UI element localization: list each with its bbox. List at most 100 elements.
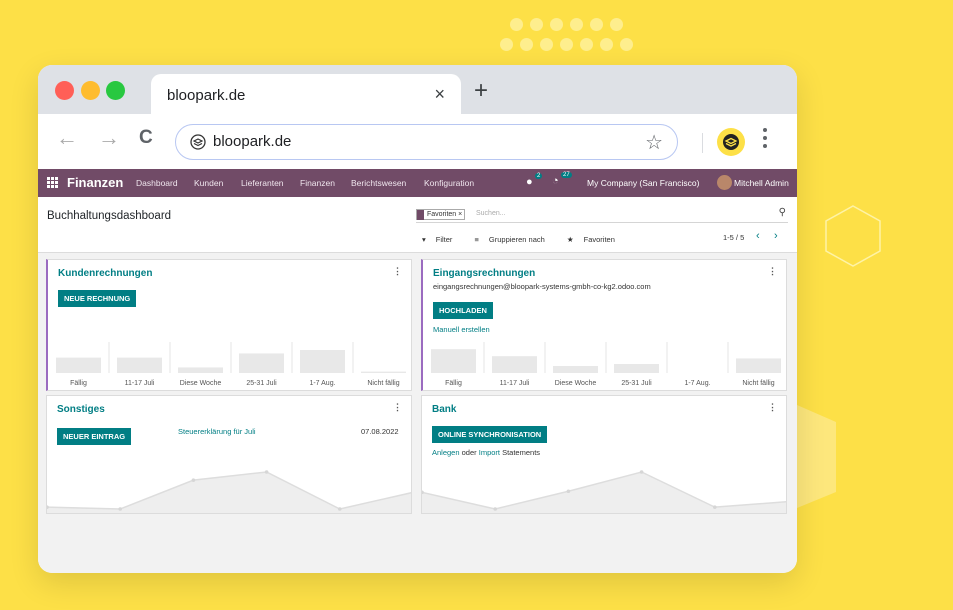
chart-tick-label: 11-17 Juli xyxy=(500,380,530,387)
card-title[interactable]: Kundenrechnungen xyxy=(58,268,152,279)
address-bar[interactable]: bloopark.de ☆ xyxy=(175,124,678,160)
close-tab-icon[interactable]: × xyxy=(434,84,445,105)
pager-value[interactable]: 1-5 / 5 xyxy=(723,233,744,242)
chart-tick-label: Nicht fällig xyxy=(742,380,774,387)
card-options-icon[interactable]: ⋮ xyxy=(768,266,777,277)
statements-text: Statements xyxy=(502,448,541,457)
menu-lieferanten[interactable]: Lieferanten xyxy=(241,178,284,188)
app-name[interactable]: Finanzen xyxy=(67,175,123,190)
chart-bar[interactable] xyxy=(56,357,101,373)
group-by-icon: ≡ xyxy=(474,235,479,244)
chart-tick-label: Diese Woche xyxy=(555,380,597,387)
activity-icon[interactable]: ◔ 27 xyxy=(552,172,572,187)
tax-return-link[interactable]: Steuererklärung für Juli xyxy=(178,427,256,436)
decorative-hexagon xyxy=(825,205,881,267)
or-text: oder xyxy=(461,448,477,457)
chart-point xyxy=(639,470,644,474)
page-title: Buchhaltungsdashboard xyxy=(47,210,172,222)
bookmark-star-icon[interactable]: ☆ xyxy=(645,130,663,155)
bank-actions: Anlegen oder Import Statements xyxy=(432,448,540,457)
maximize-window-button[interactable] xyxy=(106,81,125,100)
favorites-button[interactable]: ★ Favoriten xyxy=(567,235,625,244)
activity-count-badge: 27 xyxy=(561,172,572,178)
extension-icon[interactable] xyxy=(717,128,745,156)
create-link[interactable]: Anlegen xyxy=(432,448,460,457)
vendor-bills-chart[interactable]: Fällig 11-17 Juli Diese Woche 25-31 Juli 1-7… xyxy=(423,340,787,391)
search-facet[interactable]: Favoriten × xyxy=(416,209,466,220)
site-info-icon[interactable] xyxy=(190,134,206,150)
card-options-icon[interactable]: ⋮ xyxy=(393,402,402,413)
chart-point xyxy=(118,507,122,511)
chart-tick-label: Diese Woche xyxy=(180,380,222,387)
chart-point xyxy=(191,478,196,482)
filter-facet-icon xyxy=(417,209,424,220)
chart-point xyxy=(493,507,497,511)
toolbar-divider xyxy=(702,133,703,153)
browser-menu-icon[interactable] xyxy=(763,128,767,152)
new-invoice-button[interactable]: NEUE RECHNUNG xyxy=(58,290,137,307)
card-options-icon[interactable]: ⋮ xyxy=(768,402,777,413)
back-icon[interactable]: ← xyxy=(56,127,78,149)
chart-bar[interactable] xyxy=(614,364,659,373)
chart-point xyxy=(264,470,269,474)
chart-bar[interactable] xyxy=(736,358,781,373)
search-icon[interactable]: ⚲ xyxy=(779,207,786,218)
customer-invoices-chart[interactable]: Fällig 11-17 Juli Diese Woche 25-31 Juli 1-7… xyxy=(48,340,412,391)
card-title[interactable]: Sonstiges xyxy=(57,404,105,415)
menu-dashboard[interactable]: Dashboard xyxy=(136,178,178,188)
menu-finanzen[interactable]: Finanzen xyxy=(300,178,335,188)
chat-icon[interactable]: ● 2 xyxy=(526,173,543,188)
card-title[interactable]: Bank xyxy=(432,404,456,415)
remove-facet-icon[interactable]: × xyxy=(458,210,462,220)
create-manually-link[interactable]: Manuell erstellen xyxy=(433,325,490,334)
chart-bar[interactable] xyxy=(553,366,598,373)
bank-line-chart xyxy=(422,470,787,513)
browser-tab[interactable]: bloopark.de × xyxy=(151,74,461,114)
pager-next-icon[interactable]: › xyxy=(774,230,778,242)
filter-button[interactable]: ▾ Filter xyxy=(422,235,462,244)
user-avatar[interactable] xyxy=(717,175,732,190)
customer-invoices-card: Kundenrechnungen ⋮ NEUE RECHNUNG Fällig 1… xyxy=(46,259,412,391)
card-options-icon[interactable]: ⋮ xyxy=(393,266,402,277)
pager-previous-icon[interactable]: ‹ xyxy=(756,230,760,242)
facet-label: Favoriten xyxy=(427,210,457,218)
chart-bar[interactable] xyxy=(239,353,284,373)
chart-area xyxy=(47,472,411,513)
apps-menu-icon[interactable] xyxy=(47,177,58,188)
chart-bar[interactable] xyxy=(178,367,223,373)
close-window-button[interactable] xyxy=(55,81,74,100)
misc-card: Sonstiges ⋮ NEUER EINTRAG Steuererklärun… xyxy=(46,395,412,514)
reload-icon[interactable]: C xyxy=(139,128,153,147)
tab-title: bloopark.de xyxy=(167,87,246,104)
user-menu[interactable]: Mitchell Admin xyxy=(734,178,789,188)
forward-icon[interactable]: → xyxy=(98,127,120,149)
browser-toolbar: ← → C bloopark.de ☆ xyxy=(38,114,797,169)
minimize-window-button[interactable] xyxy=(81,81,100,100)
misc-line-chart xyxy=(47,470,411,513)
group-by-button[interactable]: ≡ Gruppieren nach xyxy=(475,235,555,244)
chart-tick-label: Nicht fällig xyxy=(367,380,399,387)
menu-berichtswesen[interactable]: Berichtswesen xyxy=(351,178,406,188)
menu-konfiguration[interactable]: Konfiguration xyxy=(424,178,474,188)
chart-bar[interactable] xyxy=(361,371,406,373)
company-switcher[interactable]: My Company (San Francisco) xyxy=(587,178,699,188)
chart-bar[interactable] xyxy=(300,350,345,373)
search-input[interactable]: Suchen... xyxy=(476,210,506,217)
chart-tick-label: 11-17 Juli xyxy=(125,380,155,387)
chart-bar[interactable] xyxy=(431,349,476,373)
new-entry-button[interactable]: NEUER EINTRAG xyxy=(57,428,132,445)
menu-kunden[interactable]: Kunden xyxy=(194,178,223,188)
chart-bar[interactable] xyxy=(492,356,537,373)
main-navbar: Finanzen Dashboard Kunden Lieferanten Fi… xyxy=(38,169,797,197)
import-link[interactable]: Import xyxy=(479,448,500,457)
online-sync-button[interactable]: ONLINE SYNCHRONISATION xyxy=(432,426,548,443)
search-bar[interactable]: Favoriten × Suchen... ⚲ xyxy=(416,207,788,223)
upload-button[interactable]: HOCHLADEN xyxy=(433,302,493,319)
chart-tick-label: 25-31 Juli xyxy=(621,380,652,387)
chart-tick-label: 1-7 Aug. xyxy=(684,380,710,387)
new-tab-icon[interactable]: + xyxy=(474,79,488,103)
chart-area xyxy=(422,472,786,513)
chart-point xyxy=(786,500,787,504)
chart-bar[interactable] xyxy=(117,357,162,373)
card-title[interactable]: Eingangsrechnungen xyxy=(433,268,535,279)
